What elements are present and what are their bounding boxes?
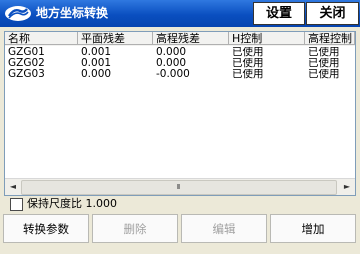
delete-button[interactable]: 删除 <box>92 214 178 243</box>
scrollbar-thumb[interactable]: III <box>21 180 337 195</box>
cell-name: GZG02 <box>8 58 45 69</box>
cell-plane-residual: 0.001 <box>81 47 112 58</box>
scrollbar-grip-icon: III <box>176 183 180 191</box>
control-points-list[interactable]: 名称 平面残差 高程残差 H控制 高程控制 GZG01 0.001 0.000 … <box>4 31 356 196</box>
table-row[interactable]: GZG02 0.001 0.000 已使用 已使用 <box>5 58 355 69</box>
column-header-plane-residual[interactable]: 平面残差 <box>78 32 153 45</box>
table-row[interactable]: GZG03 0.000 -0.000 已使用 已使用 <box>5 69 355 80</box>
edit-button[interactable]: 编辑 <box>181 214 267 243</box>
scroll-left-arrow-icon[interactable]: ◄ <box>6 180 20 194</box>
table-row[interactable]: GZG01 0.001 0.000 已使用 已使用 <box>5 47 355 58</box>
cell-height-control: 已使用 <box>308 58 340 69</box>
cell-height-residual: 0.000 <box>156 47 187 58</box>
cell-h-control: 已使用 <box>232 47 264 58</box>
cell-name: GZG01 <box>8 47 45 58</box>
cell-h-control: 已使用 <box>232 69 264 80</box>
cell-height-control: 已使用 <box>308 47 340 58</box>
cell-height-residual: -0.000 <box>156 69 190 80</box>
cell-height-residual: 0.000 <box>156 58 187 69</box>
close-button[interactable]: 关闭 <box>306 2 359 25</box>
transform-params-button[interactable]: 转换参数 <box>3 214 89 243</box>
cell-plane-residual: 0.001 <box>81 58 112 69</box>
keep-scale-label: 保持尺度比 1.000 <box>27 197 117 210</box>
app-logo-icon <box>5 6 31 21</box>
column-header-height-control[interactable]: 高程控制 <box>305 32 355 45</box>
cell-name: GZG03 <box>8 69 45 80</box>
add-button[interactable]: 增加 <box>270 214 356 243</box>
keep-scale-checkbox[interactable] <box>10 198 23 211</box>
column-header-height-residual[interactable]: 高程残差 <box>153 32 229 45</box>
horizontal-scrollbar[interactable]: ◄ III ► <box>5 178 355 195</box>
title-bar: 地方坐标转换 设置 关闭 <box>0 0 360 27</box>
list-header: 名称 平面残差 高程残差 H控制 高程控制 <box>5 32 355 46</box>
column-header-name[interactable]: 名称 <box>5 32 78 45</box>
column-header-h-control[interactable]: H控制 <box>229 32 305 45</box>
scroll-right-arrow-icon[interactable]: ► <box>340 180 354 194</box>
cell-h-control: 已使用 <box>232 58 264 69</box>
cell-height-control: 已使用 <box>308 69 340 80</box>
cell-plane-residual: 0.000 <box>81 69 112 80</box>
window-title: 地方坐标转换 <box>36 6 109 20</box>
settings-button[interactable]: 设置 <box>253 2 305 25</box>
